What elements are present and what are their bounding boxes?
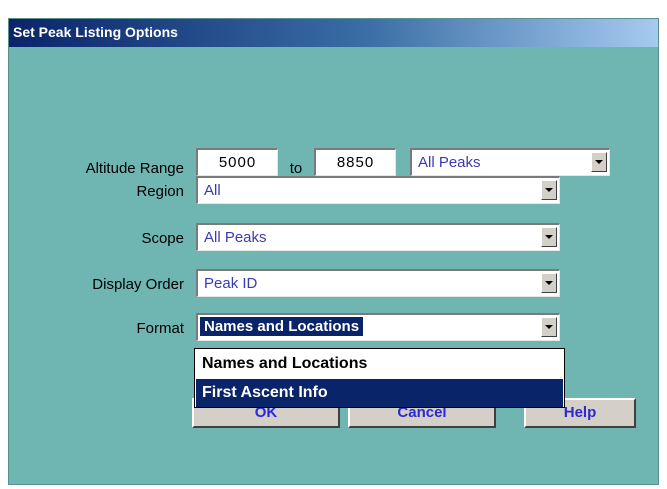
chevron-down-icon[interactable] <box>541 273 557 293</box>
altitude-from-input[interactable]: 5000 <box>196 148 278 176</box>
altitude-to-input[interactable]: 8850 <box>314 148 396 176</box>
scope-value: All Peaks <box>204 229 267 246</box>
dropdown-option-names-and-locations[interactable]: Names and Locations <box>196 350 563 378</box>
altitude-filter-value: All Peaks <box>418 154 481 171</box>
chevron-down-icon[interactable] <box>541 180 557 200</box>
title-bar[interactable]: Set Peak Listing Options <box>9 19 658 47</box>
chevron-down-icon[interactable] <box>541 227 557 247</box>
region-value: All <box>204 182 221 199</box>
dialog-title: Set Peak Listing Options <box>13 24 178 40</box>
scope-select[interactable]: All Peaks <box>196 223 560 251</box>
region-label: Region <box>136 183 184 200</box>
chevron-down-icon[interactable] <box>591 152 607 172</box>
format-value: Names and Locations <box>200 317 364 336</box>
region-select[interactable]: All <box>196 176 560 204</box>
display-order-select[interactable]: Peak ID <box>196 269 560 297</box>
scope-label: Scope <box>141 230 184 247</box>
altitude-range-label: Altitude Range <box>85 160 184 177</box>
dropdown-option-first-ascent-info[interactable]: First Ascent Info <box>196 379 563 407</box>
display-order-label: Display Order <box>92 276 184 293</box>
format-dropdown-list: Names and Locations First Ascent Info <box>194 348 565 408</box>
altitude-filter-select[interactable]: All Peaks <box>410 148 610 176</box>
display-order-value: Peak ID <box>204 275 258 292</box>
format-select[interactable]: Names and Locations <box>196 313 560 341</box>
chevron-down-icon[interactable] <box>541 317 557 337</box>
format-label: Format <box>136 320 184 337</box>
altitude-to-label: to <box>289 160 303 177</box>
